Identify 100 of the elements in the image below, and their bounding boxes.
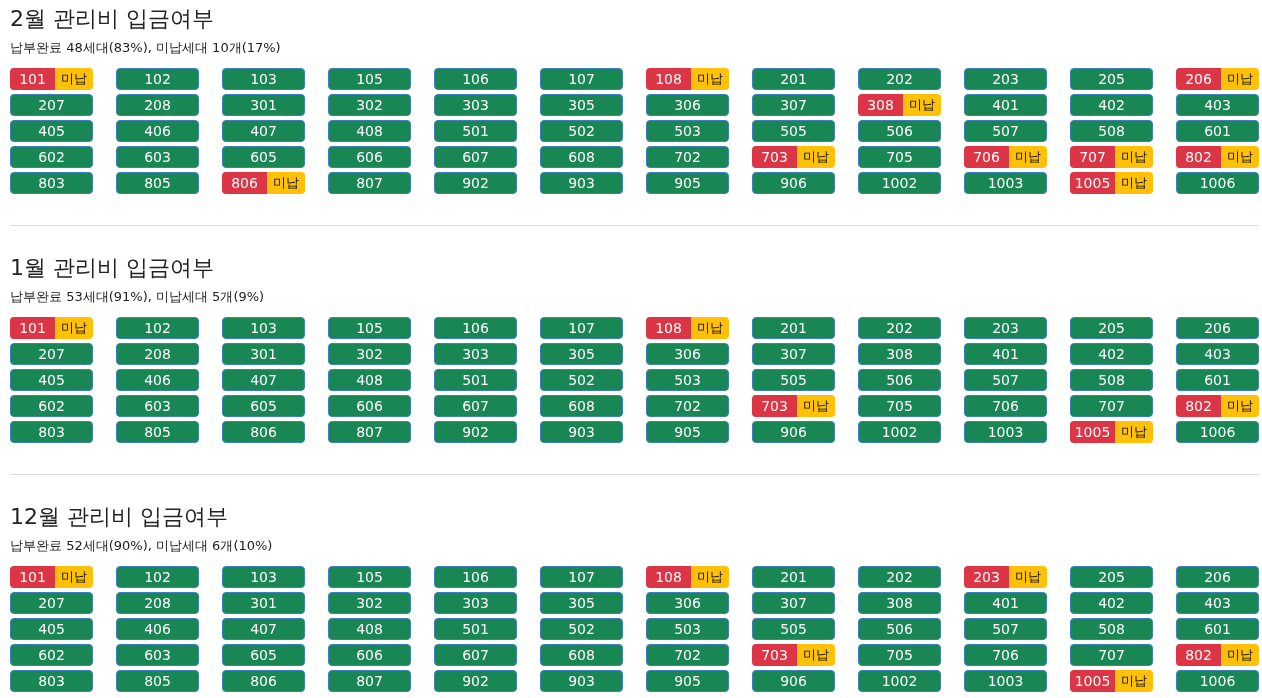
unit-badge: 301 [222, 94, 305, 116]
unit-badge: 308 [858, 343, 941, 365]
unit-badge: 307 [752, 94, 835, 116]
unit-badge: 107 [540, 317, 623, 339]
unit-badge: 208 [116, 592, 199, 614]
unit-badge: 106 [434, 68, 517, 90]
unit-badge: 803 [10, 421, 93, 443]
unit-badge: 206 [1176, 566, 1259, 588]
unit-badge: 102 [116, 317, 199, 339]
unit-badge: 307 [752, 343, 835, 365]
unit-badge: 601 [1176, 618, 1259, 640]
unit-badge: 302 [328, 94, 411, 116]
unpaid-tag: 미납 [691, 317, 729, 339]
unit-badge: 603 [116, 146, 199, 168]
unit-badge: 803 [10, 172, 93, 194]
unit-badge: 905 [646, 670, 729, 692]
unit-badge: 702 [646, 146, 729, 168]
unit-badge: 102 [116, 566, 199, 588]
unit-badge: 206 [1176, 317, 1259, 339]
unit-badge: 706 [964, 644, 1047, 666]
unit-badge: 906 [752, 172, 835, 194]
unit-badge: 503 [646, 120, 729, 142]
unit-badge: 302 [328, 343, 411, 365]
unit-badge: 1003 [964, 172, 1047, 194]
unit-badge: 903 [540, 421, 623, 443]
unpaid-tag: 미납 [1221, 644, 1259, 666]
unit-badge: 605 [222, 146, 305, 168]
unit-number: 108 [646, 68, 691, 90]
unit-badge: 105 [328, 317, 411, 339]
unit-badge: 306 [646, 592, 729, 614]
unpaid-tag: 미납 [1221, 68, 1259, 90]
unit-badge: 607 [434, 644, 517, 666]
unit-badge: 806 [222, 421, 305, 443]
unit-badge: 702 [646, 395, 729, 417]
unit-badge: 507 [964, 618, 1047, 640]
unit-badge: 807 [328, 670, 411, 692]
payment-summary: 납부완료 52세대(90%), 미납세대 6개(10%) [10, 537, 274, 555]
unit-badge: 508 [1070, 120, 1153, 142]
unpaid-tag: 미납 [1115, 172, 1153, 194]
unit-badge: 806 [222, 670, 305, 692]
unit-number: 1005 [1070, 421, 1115, 443]
unit-badge: 1002 [858, 421, 941, 443]
unit-badge: 906 [752, 421, 835, 443]
unit-badge: 301 [222, 343, 305, 365]
unit-badge: 705 [858, 146, 941, 168]
unit-number: 1005 [1070, 172, 1115, 194]
unit-badge: 407 [222, 618, 305, 640]
unpaid-tag: 미납 [1221, 146, 1259, 168]
unit-badge: 205 [1070, 68, 1153, 90]
unit-badge: 406 [116, 120, 199, 142]
unpaid-tag: 미납 [267, 172, 305, 194]
unpaid-tag: 미납 [1009, 566, 1047, 588]
section-title: 1월 관리비 입금여부 [10, 254, 215, 282]
unit-badge: 401 [964, 94, 1047, 116]
unit-badge: 607 [434, 146, 517, 168]
unit-badge: 608 [540, 146, 623, 168]
unpaid-tag: 미납 [691, 566, 729, 588]
unit-badge: 502 [540, 120, 623, 142]
unit-badge: 903 [540, 172, 623, 194]
unit-badge: 107 [540, 566, 623, 588]
unpaid-tag: 미납 [903, 94, 941, 116]
unit-number: 802 [1176, 644, 1221, 666]
unit-badge: 503 [646, 618, 729, 640]
unpaid-tag: 미납 [1115, 670, 1153, 692]
unit-badge: 805 [116, 172, 199, 194]
unit-badge: 401 [964, 343, 1047, 365]
unit-number: 108 [646, 566, 691, 588]
unit-badge: 502 [540, 618, 623, 640]
unit-badge: 603 [116, 644, 199, 666]
unpaid-tag: 미납 [797, 146, 835, 168]
unpaid-tag: 미납 [55, 317, 93, 339]
unit-badge: 502 [540, 369, 623, 391]
unit-badge: 303 [434, 592, 517, 614]
unit-badge: 902 [434, 670, 517, 692]
unit-badge: 903 [540, 670, 623, 692]
unit-badge: 506 [858, 120, 941, 142]
unit-badge: 306 [646, 343, 729, 365]
unit-number: 703 [752, 146, 797, 168]
unit-number: 707 [1070, 146, 1115, 168]
unit-badge: 106 [434, 317, 517, 339]
section-title: 2월 관리비 입금여부 [10, 5, 215, 33]
unit-badge: 301 [222, 592, 305, 614]
unit-badge: 408 [328, 120, 411, 142]
unit-badge: 602 [10, 395, 93, 417]
unit-badge: 607 [434, 395, 517, 417]
unit-badge: 601 [1176, 369, 1259, 391]
unit-badge: 103 [222, 566, 305, 588]
unit-badge: 406 [116, 618, 199, 640]
unpaid-tag: 미납 [1009, 146, 1047, 168]
unit-badge: 707 [1070, 395, 1153, 417]
unpaid-tag: 미납 [797, 644, 835, 666]
unit-badge: 403 [1176, 592, 1259, 614]
unit-badge: 606 [328, 644, 411, 666]
unit-badge: 805 [116, 421, 199, 443]
unit-badge: 602 [10, 146, 93, 168]
unit-badge: 405 [10, 120, 93, 142]
unit-badge: 408 [328, 618, 411, 640]
unit-badge: 705 [858, 644, 941, 666]
unit-number: 206 [1176, 68, 1221, 90]
unit-badge: 103 [222, 68, 305, 90]
